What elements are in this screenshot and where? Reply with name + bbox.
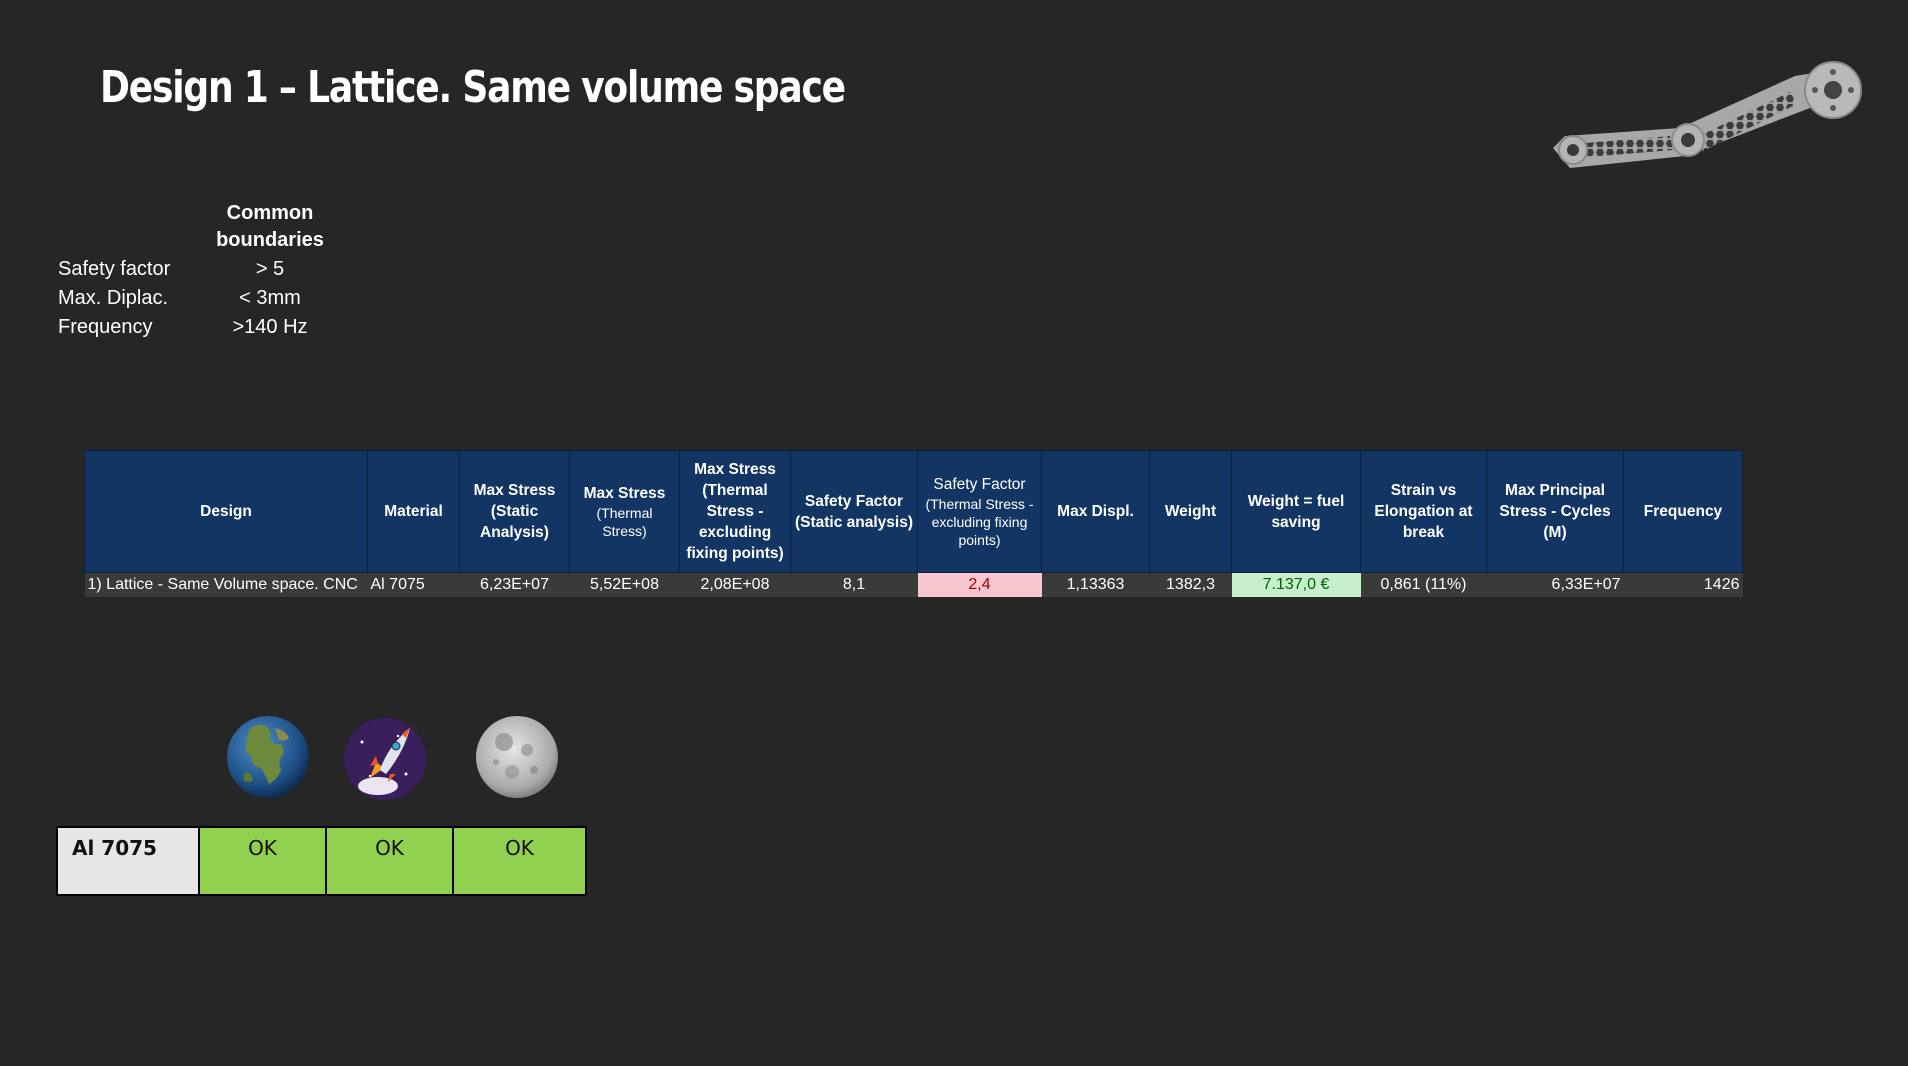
lattice-bracket-image <box>1553 61 1862 168</box>
column-header-max-stress-thermal: Max Stress (Thermal Stress) <box>569 450 680 573</box>
column-header-safety-factor-static: Safety Factor (Static analysis) <box>790 450 918 573</box>
boundary-row: Frequency >140 Hz <box>58 313 358 342</box>
cell-max-stress-thermal-excl: 2,08E+08 <box>679 572 791 597</box>
column-header-max-stress-thermal-excl: Max Stress (Thermal Stress - excluding f… <box>679 450 791 573</box>
boundaries-header: Common boundaries <box>216 202 324 251</box>
boundary-label: Max. Diplac. <box>58 287 169 309</box>
column-header-max-displ: Max Displ. <box>1041 450 1150 573</box>
moon-result-cell: OK <box>452 826 587 896</box>
launch-result-cell: OK <box>325 826 454 896</box>
cell-safety-factor-thermal: 2,4 <box>917 572 1042 597</box>
moon-icon <box>476 716 558 798</box>
boundary-label: Frequency <box>58 316 153 338</box>
column-header-frequency: Frequency <box>1623 450 1743 573</box>
cell-frequency: 1426 <box>1623 572 1743 597</box>
boundary-value: < 3mm <box>239 287 301 309</box>
cell-cycles: 6,33E+07 <box>1486 572 1624 597</box>
earth-icon <box>227 716 309 798</box>
boundary-row: Max. Diplac. < 3mm <box>58 284 358 313</box>
boundary-value: > 5 <box>255 258 285 280</box>
results-table: Design Material Max Stress (Static Analy… <box>84 450 1743 597</box>
column-header-fuel-saving: Weight = fuel saving <box>1231 450 1361 573</box>
column-header-safety-factor-thermal: Safety Factor (Thermal Stress - excluding… <box>917 450 1042 573</box>
table-row: 1) Lattice - Same Volume space. CNC Al 7… <box>84 572 1743 597</box>
column-header-max-stress-static: Max Stress (Static Analysis) <box>459 450 570 573</box>
cell-material: Al 7075 <box>367 572 460 597</box>
boundary-value: >140 Hz <box>232 316 308 338</box>
column-header-strain: Strain vs Elongation at break <box>1360 450 1487 573</box>
slide-title: Design 1 – Lattice. Same volume space <box>100 62 846 113</box>
boundary-row: Safety factor > 5 <box>58 255 358 284</box>
column-header-cycles: Max Principal Stress - Cycles (M) <box>1486 450 1624 573</box>
environment-check-table: Al 7075 OK OK OK <box>56 826 587 896</box>
cell-fuel-saving: 7.137,0 € <box>1231 572 1361 597</box>
column-header-design: Design <box>84 450 368 573</box>
table-row: Al 7075 OK OK OK <box>56 826 587 896</box>
rocket-icon <box>344 718 426 800</box>
table-header-row: Design Material Max Stress (Static Analy… <box>84 450 1743 573</box>
material-cell: Al 7075 <box>56 826 200 896</box>
cell-max-stress-thermal: 5,52E+08 <box>569 572 680 597</box>
cell-weight: 1382,3 <box>1149 572 1232 597</box>
earth-result-cell: OK <box>198 826 327 896</box>
boundary-label: Safety factor <box>58 258 171 280</box>
cell-design: 1) Lattice - Same Volume space. CNC <box>84 572 368 597</box>
column-header-weight: Weight <box>1149 450 1232 573</box>
cell-max-displ: 1,13363 <box>1041 572 1150 597</box>
column-header-material: Material <box>367 450 460 573</box>
cell-max-stress-static: 6,23E+07 <box>459 572 570 597</box>
cell-safety-factor-static: 8,1 <box>790 572 918 597</box>
cell-strain: 0,861 (11%) <box>1360 572 1487 597</box>
